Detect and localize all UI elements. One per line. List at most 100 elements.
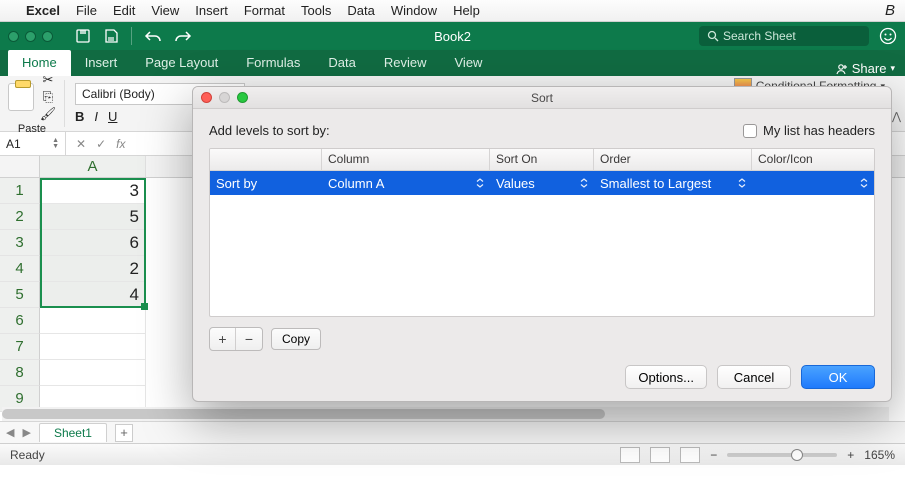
zoom-out-button[interactable]: − — [710, 448, 717, 462]
row-header[interactable]: 2 — [0, 204, 40, 230]
chevron-updown-icon — [580, 178, 588, 188]
formula-cancel-icon[interactable]: ✕ — [76, 137, 86, 151]
view-normal-icon[interactable] — [620, 447, 640, 463]
cut-icon[interactable]: ✂ — [40, 73, 56, 87]
cell[interactable]: 3 — [40, 178, 146, 204]
menu-insert[interactable]: Insert — [195, 3, 228, 18]
dialog-titlebar[interactable]: Sort — [193, 87, 891, 109]
sort-level-row[interactable]: Sort by Column A Values Smallest to Larg… — [210, 171, 874, 195]
row-header[interactable]: 7 — [0, 334, 40, 360]
search-sheet-input[interactable]: Search Sheet — [699, 26, 869, 46]
sort-levels-table: Column Sort On Order Color/Icon Sort by … — [209, 148, 875, 317]
checkbox-icon — [743, 124, 757, 138]
sheet-tab-sheet1[interactable]: Sheet1 — [39, 423, 107, 442]
cell[interactable] — [40, 334, 146, 360]
paste-label: Paste — [18, 123, 46, 135]
menubar-indicator: B — [885, 2, 895, 19]
dialog-title: Sort — [193, 91, 891, 105]
ok-button[interactable]: OK — [801, 365, 875, 389]
select-all-corner[interactable] — [0, 156, 40, 177]
tab-insert[interactable]: Insert — [71, 50, 132, 76]
paste-icon[interactable] — [8, 83, 34, 111]
sort-column-dropdown[interactable]: Column A — [322, 171, 490, 195]
sheet-tabs-bar: ◀ ▶ Sheet1 + — [0, 421, 905, 443]
sort-header-column: Column — [322, 149, 490, 170]
formula-enter-icon[interactable]: ✓ — [96, 137, 106, 151]
tab-page-layout[interactable]: Page Layout — [131, 50, 232, 76]
cell[interactable] — [40, 308, 146, 334]
menu-window[interactable]: Window — [391, 3, 437, 18]
options-button[interactable]: Options... — [625, 365, 707, 389]
horizontal-scrollbar[interactable] — [2, 407, 889, 421]
sort-header-order: Order — [594, 149, 752, 170]
remove-level-button[interactable]: − — [236, 328, 262, 350]
tab-data[interactable]: Data — [314, 50, 369, 76]
row-header[interactable]: 5 — [0, 282, 40, 308]
zoom-slider[interactable] — [727, 453, 837, 457]
qat-save-icon[interactable] — [103, 28, 119, 44]
qat-redo-icon[interactable] — [174, 29, 192, 43]
italic-button[interactable]: I — [94, 109, 98, 124]
underline-button[interactable]: U — [108, 109, 117, 124]
cancel-button[interactable]: Cancel — [717, 365, 791, 389]
row-header[interactable]: 8 — [0, 360, 40, 386]
view-page-layout-icon[interactable] — [650, 447, 670, 463]
app-menu[interactable]: Excel — [26, 3, 60, 18]
cell[interactable]: 2 — [40, 256, 146, 282]
sort-order-dropdown[interactable]: Smallest to Largest — [594, 171, 752, 195]
view-page-break-icon[interactable] — [680, 447, 700, 463]
name-box[interactable]: A1 ▲▼ — [0, 132, 66, 155]
menu-format[interactable]: Format — [244, 3, 285, 18]
row-header[interactable]: 4 — [0, 256, 40, 282]
window-traffic-lights[interactable] — [8, 31, 53, 42]
account-smiley-icon[interactable] — [879, 27, 897, 45]
chevron-updown-icon — [476, 178, 484, 188]
ribbon-collapse-icon[interactable]: ⋀ — [892, 110, 901, 123]
menu-help[interactable]: Help — [453, 3, 480, 18]
dialog-instruction: Add levels to sort by: — [209, 123, 330, 138]
headers-checkbox[interactable]: My list has headers — [743, 123, 875, 138]
cell[interactable]: 6 — [40, 230, 146, 256]
copy-level-button[interactable]: Copy — [271, 328, 321, 350]
qat-autosave-icon[interactable] — [75, 28, 91, 44]
mac-menubar: Excel File Edit View Insert Format Tools… — [0, 0, 905, 22]
row-header[interactable]: 3 — [0, 230, 40, 256]
search-placeholder: Search Sheet — [723, 29, 796, 43]
status-bar: Ready − + 165% — [0, 443, 905, 465]
sort-dialog: Sort Add levels to sort by: My list has … — [192, 86, 892, 402]
add-sheet-button[interactable]: + — [115, 424, 133, 442]
bold-button[interactable]: B — [75, 109, 84, 124]
menu-file[interactable]: File — [76, 3, 97, 18]
tab-formulas[interactable]: Formulas — [232, 50, 314, 76]
sheet-nav-next-icon[interactable]: ▶ — [22, 426, 30, 439]
cell[interactable] — [40, 360, 146, 386]
row-header[interactable]: 1 — [0, 178, 40, 204]
format-painter-icon[interactable]: 🖌 — [40, 107, 56, 121]
window-titlebar: Book2 Search Sheet — [0, 22, 905, 50]
add-level-button[interactable]: + — [210, 328, 236, 350]
chevron-updown-icon — [738, 178, 746, 188]
share-button[interactable]: Share ▾ — [834, 61, 895, 76]
column-header-a[interactable]: A — [40, 156, 146, 177]
menu-view[interactable]: View — [151, 3, 179, 18]
zoom-in-button[interactable]: + — [847, 448, 854, 462]
tab-review[interactable]: Review — [370, 50, 441, 76]
qat-undo-icon[interactable] — [144, 29, 162, 43]
sort-coloricon-dropdown[interactable] — [752, 171, 874, 195]
sort-on-dropdown[interactable]: Values — [490, 171, 594, 195]
sort-header-sorton: Sort On — [490, 149, 594, 170]
cell[interactable]: 4 — [40, 282, 146, 308]
sort-header-blank — [210, 149, 322, 170]
row-header[interactable]: 6 — [0, 308, 40, 334]
menu-data[interactable]: Data — [347, 3, 374, 18]
tab-view[interactable]: View — [441, 50, 497, 76]
ribbon-tabs: Home Insert Page Layout Formulas Data Re… — [0, 50, 905, 76]
zoom-level[interactable]: 165% — [864, 448, 895, 462]
fx-icon[interactable]: fx — [116, 137, 125, 151]
menu-edit[interactable]: Edit — [113, 3, 135, 18]
sheet-nav-prev-icon[interactable]: ◀ — [6, 426, 14, 439]
menu-tools[interactable]: Tools — [301, 3, 331, 18]
cell[interactable]: 5 — [40, 204, 146, 230]
copy-icon[interactable]: ⎘ — [40, 90, 56, 104]
sort-header-coloricon: Color/Icon — [752, 149, 874, 170]
